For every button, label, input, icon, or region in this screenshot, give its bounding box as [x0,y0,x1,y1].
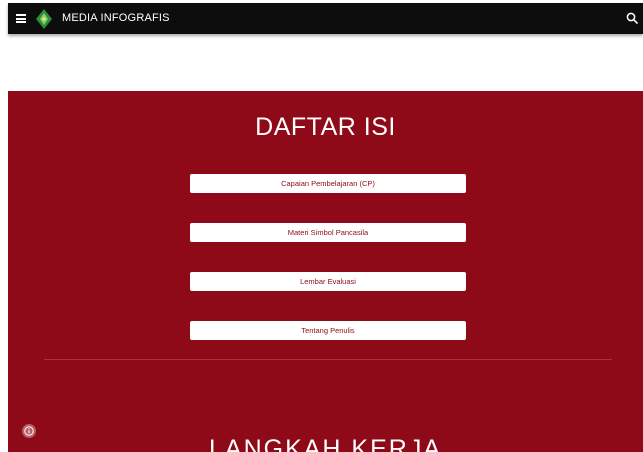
hamburger-menu-icon[interactable] [16,14,26,23]
tentang-penulis-button[interactable]: Tentang Penulis [190,321,466,340]
capaian-pembelajaran-button[interactable]: Capaian Pembelajaran (CP) [190,174,466,193]
section-title: DAFTAR ISI [255,113,396,141]
search-icon[interactable] [626,12,638,24]
materi-simbol-pancasila-button[interactable]: Materi Simbol Pancasila [190,223,466,242]
table-of-contents-section: DAFTAR ISI Capaian Pembelajaran (CP) Mat… [8,91,643,452]
site-title[interactable]: MEDIA INFOGRAFIS [62,12,170,24]
page: MEDIA INFOGRAFIS DAFTAR ISI Capaian Pemb… [0,0,643,452]
top-app-bar: MEDIA INFOGRAFIS [8,3,643,34]
section-divider [44,359,612,360]
lembar-evaluasi-button[interactable]: Lembar Evaluasi [190,272,466,291]
next-section-title: LANGKAH KERJA [208,435,442,452]
logo-icon [36,9,52,29]
